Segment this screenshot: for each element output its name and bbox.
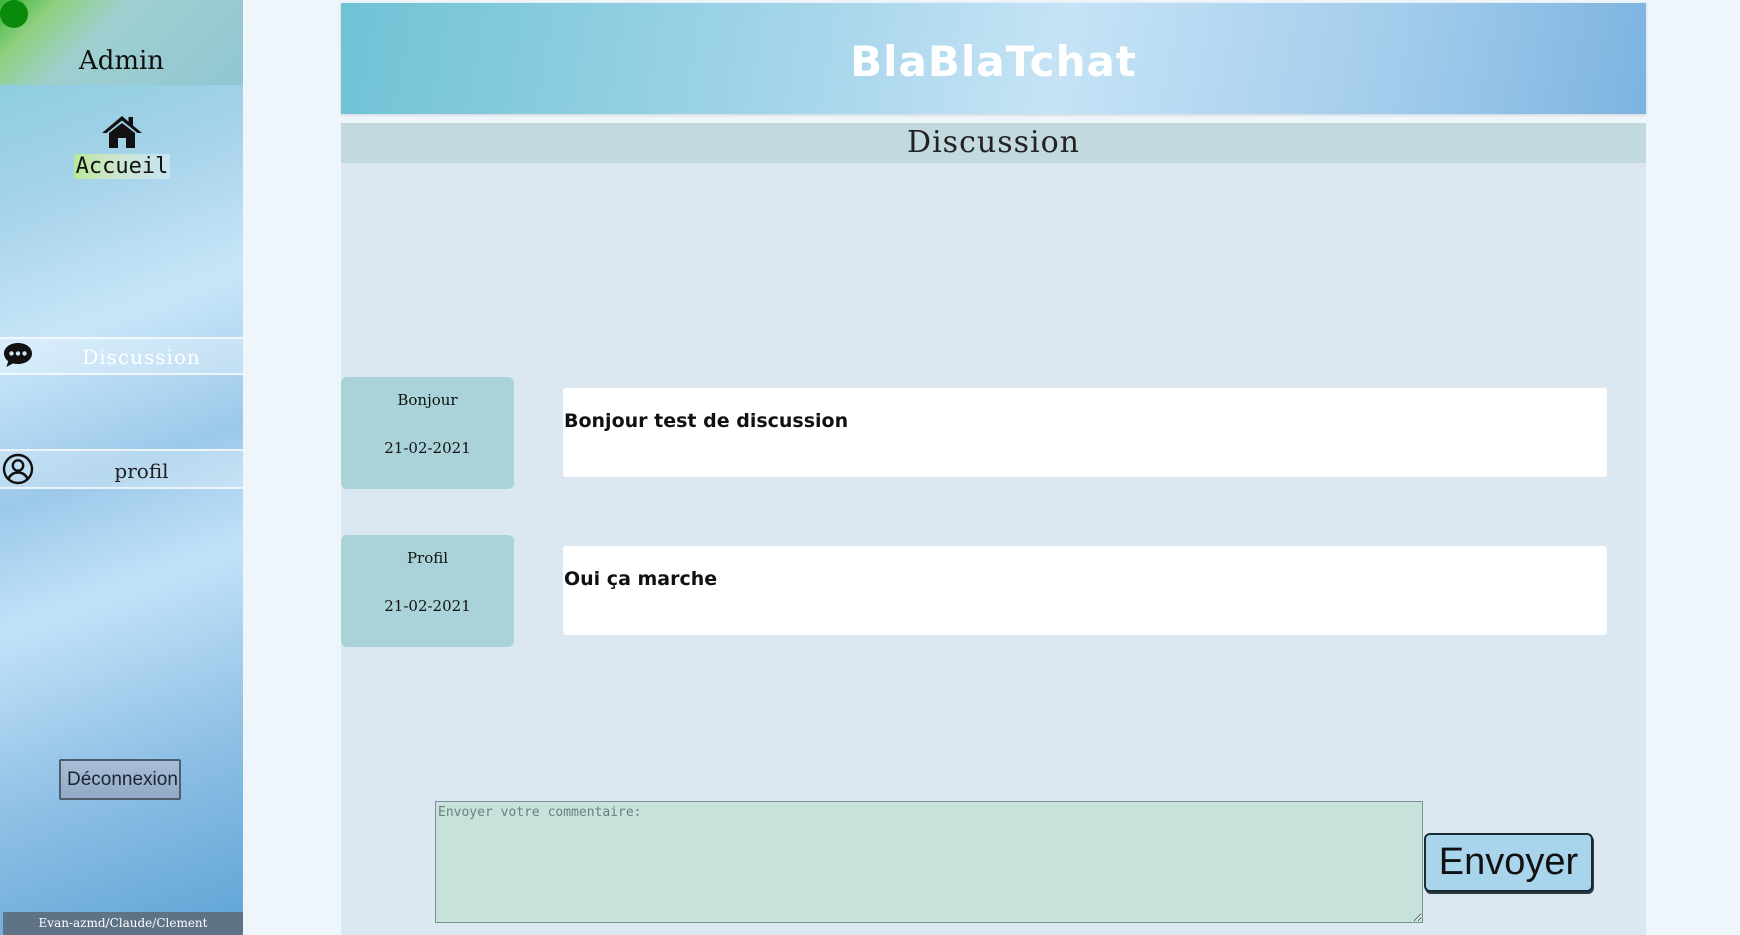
app-title: BlaBlaTchat (850, 37, 1137, 86)
section-header: Discussion (341, 123, 1646, 163)
page-title: Discussion (907, 125, 1080, 160)
home-label: Accueil (73, 154, 171, 179)
message-author: Bonjour (397, 391, 458, 409)
comment-input[interactable] (435, 801, 1423, 923)
credits-footer: Evan-azmd/Claude/Clement (3, 912, 243, 935)
sidebar-item-label: Discussion (82, 345, 201, 369)
message-date: 21-02-2021 (384, 439, 471, 457)
sidebar-item-discussion[interactable]: Discussion (0, 337, 243, 375)
message-body: Oui ça marche (563, 546, 1607, 635)
user-title: Admin (78, 46, 165, 76)
message-body: Bonjour test de discussion (563, 388, 1607, 477)
message-meta: Bonjour 21-02-2021 (341, 377, 514, 489)
sidebar-item-label: profil (114, 459, 169, 483)
app-header: BlaBlaTchat (341, 3, 1646, 114)
user-circle-icon (2, 453, 34, 485)
chat-bubble-icon (4, 343, 32, 367)
message-author: Profil (406, 549, 449, 567)
online-status-icon (0, 0, 28, 28)
message-text: Bonjour test de discussion (564, 410, 849, 432)
message-meta: Profil 21-02-2021 (341, 535, 514, 647)
sidebar: Admin Accueil Discussion profil Déconnex… (0, 0, 243, 935)
message-date: 21-02-2021 (384, 597, 471, 615)
send-button[interactable]: Envoyer (1424, 833, 1593, 892)
discussion-panel: Discussion Bonjour 21-02-2021 Bonjour te… (341, 123, 1646, 935)
message-text: Oui ça marche (564, 568, 718, 590)
home-icon (102, 116, 142, 148)
logout-button[interactable]: Déconnexion (59, 759, 181, 800)
sidebar-item-profil[interactable]: profil (0, 449, 243, 489)
home-link[interactable]: Accueil (60, 114, 184, 190)
